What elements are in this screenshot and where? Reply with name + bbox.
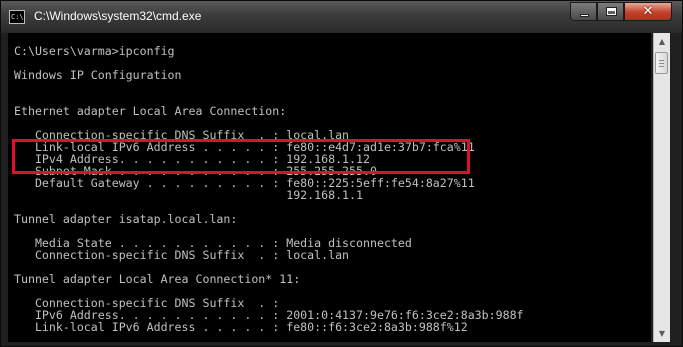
close-icon: ✕	[642, 4, 654, 19]
console-line: Connection-specific DNS Suffix . : local…	[14, 248, 350, 262]
cmd-window: C:\ C:\Windows\system32\cmd.exe ✕ C:\Use…	[0, 0, 683, 347]
console-line: 192.168.1.1	[14, 188, 364, 202]
maximize-button[interactable]	[597, 2, 624, 21]
close-button[interactable]: ✕	[624, 2, 672, 21]
console-line: Link-local IPv6 Address . . . . . : fe80…	[14, 320, 468, 334]
grip-line	[659, 66, 664, 67]
minimize-icon	[580, 14, 589, 17]
console-output: C:\Users\varma>ipconfig Windows IP Config…	[14, 45, 524, 333]
scroll-thumb[interactable]	[655, 52, 668, 74]
minimize-button[interactable]	[570, 2, 597, 21]
maximize-icon	[606, 7, 617, 16]
scroll-down-icon[interactable]: ▼	[654, 325, 670, 342]
grip-line	[659, 63, 664, 64]
window-title: C:\Windows\system32\cmd.exe	[34, 9, 202, 23]
console-line: Windows IP Configuration	[14, 68, 182, 82]
console-line: Ethernet adapter Local Area Connection:	[14, 104, 287, 118]
console-line: Tunnel adapter isatap.local.lan:	[14, 212, 238, 226]
title-bar[interactable]: C:\ C:\Windows\system32\cmd.exe ✕	[1, 1, 682, 33]
console-area[interactable]: C:\Users\varma>ipconfig Windows IP Config…	[8, 33, 651, 342]
cmd-app-icon[interactable]: C:\	[9, 10, 25, 24]
console-line: Tunnel adapter Local Area Connection* 11…	[14, 272, 301, 286]
scroll-up-icon[interactable]: ▲	[654, 33, 670, 50]
console-line: C:\Users\varma>ipconfig	[14, 44, 175, 58]
grip-line	[659, 60, 664, 61]
vertical-scrollbar[interactable]: ▲ ▼	[653, 33, 670, 342]
